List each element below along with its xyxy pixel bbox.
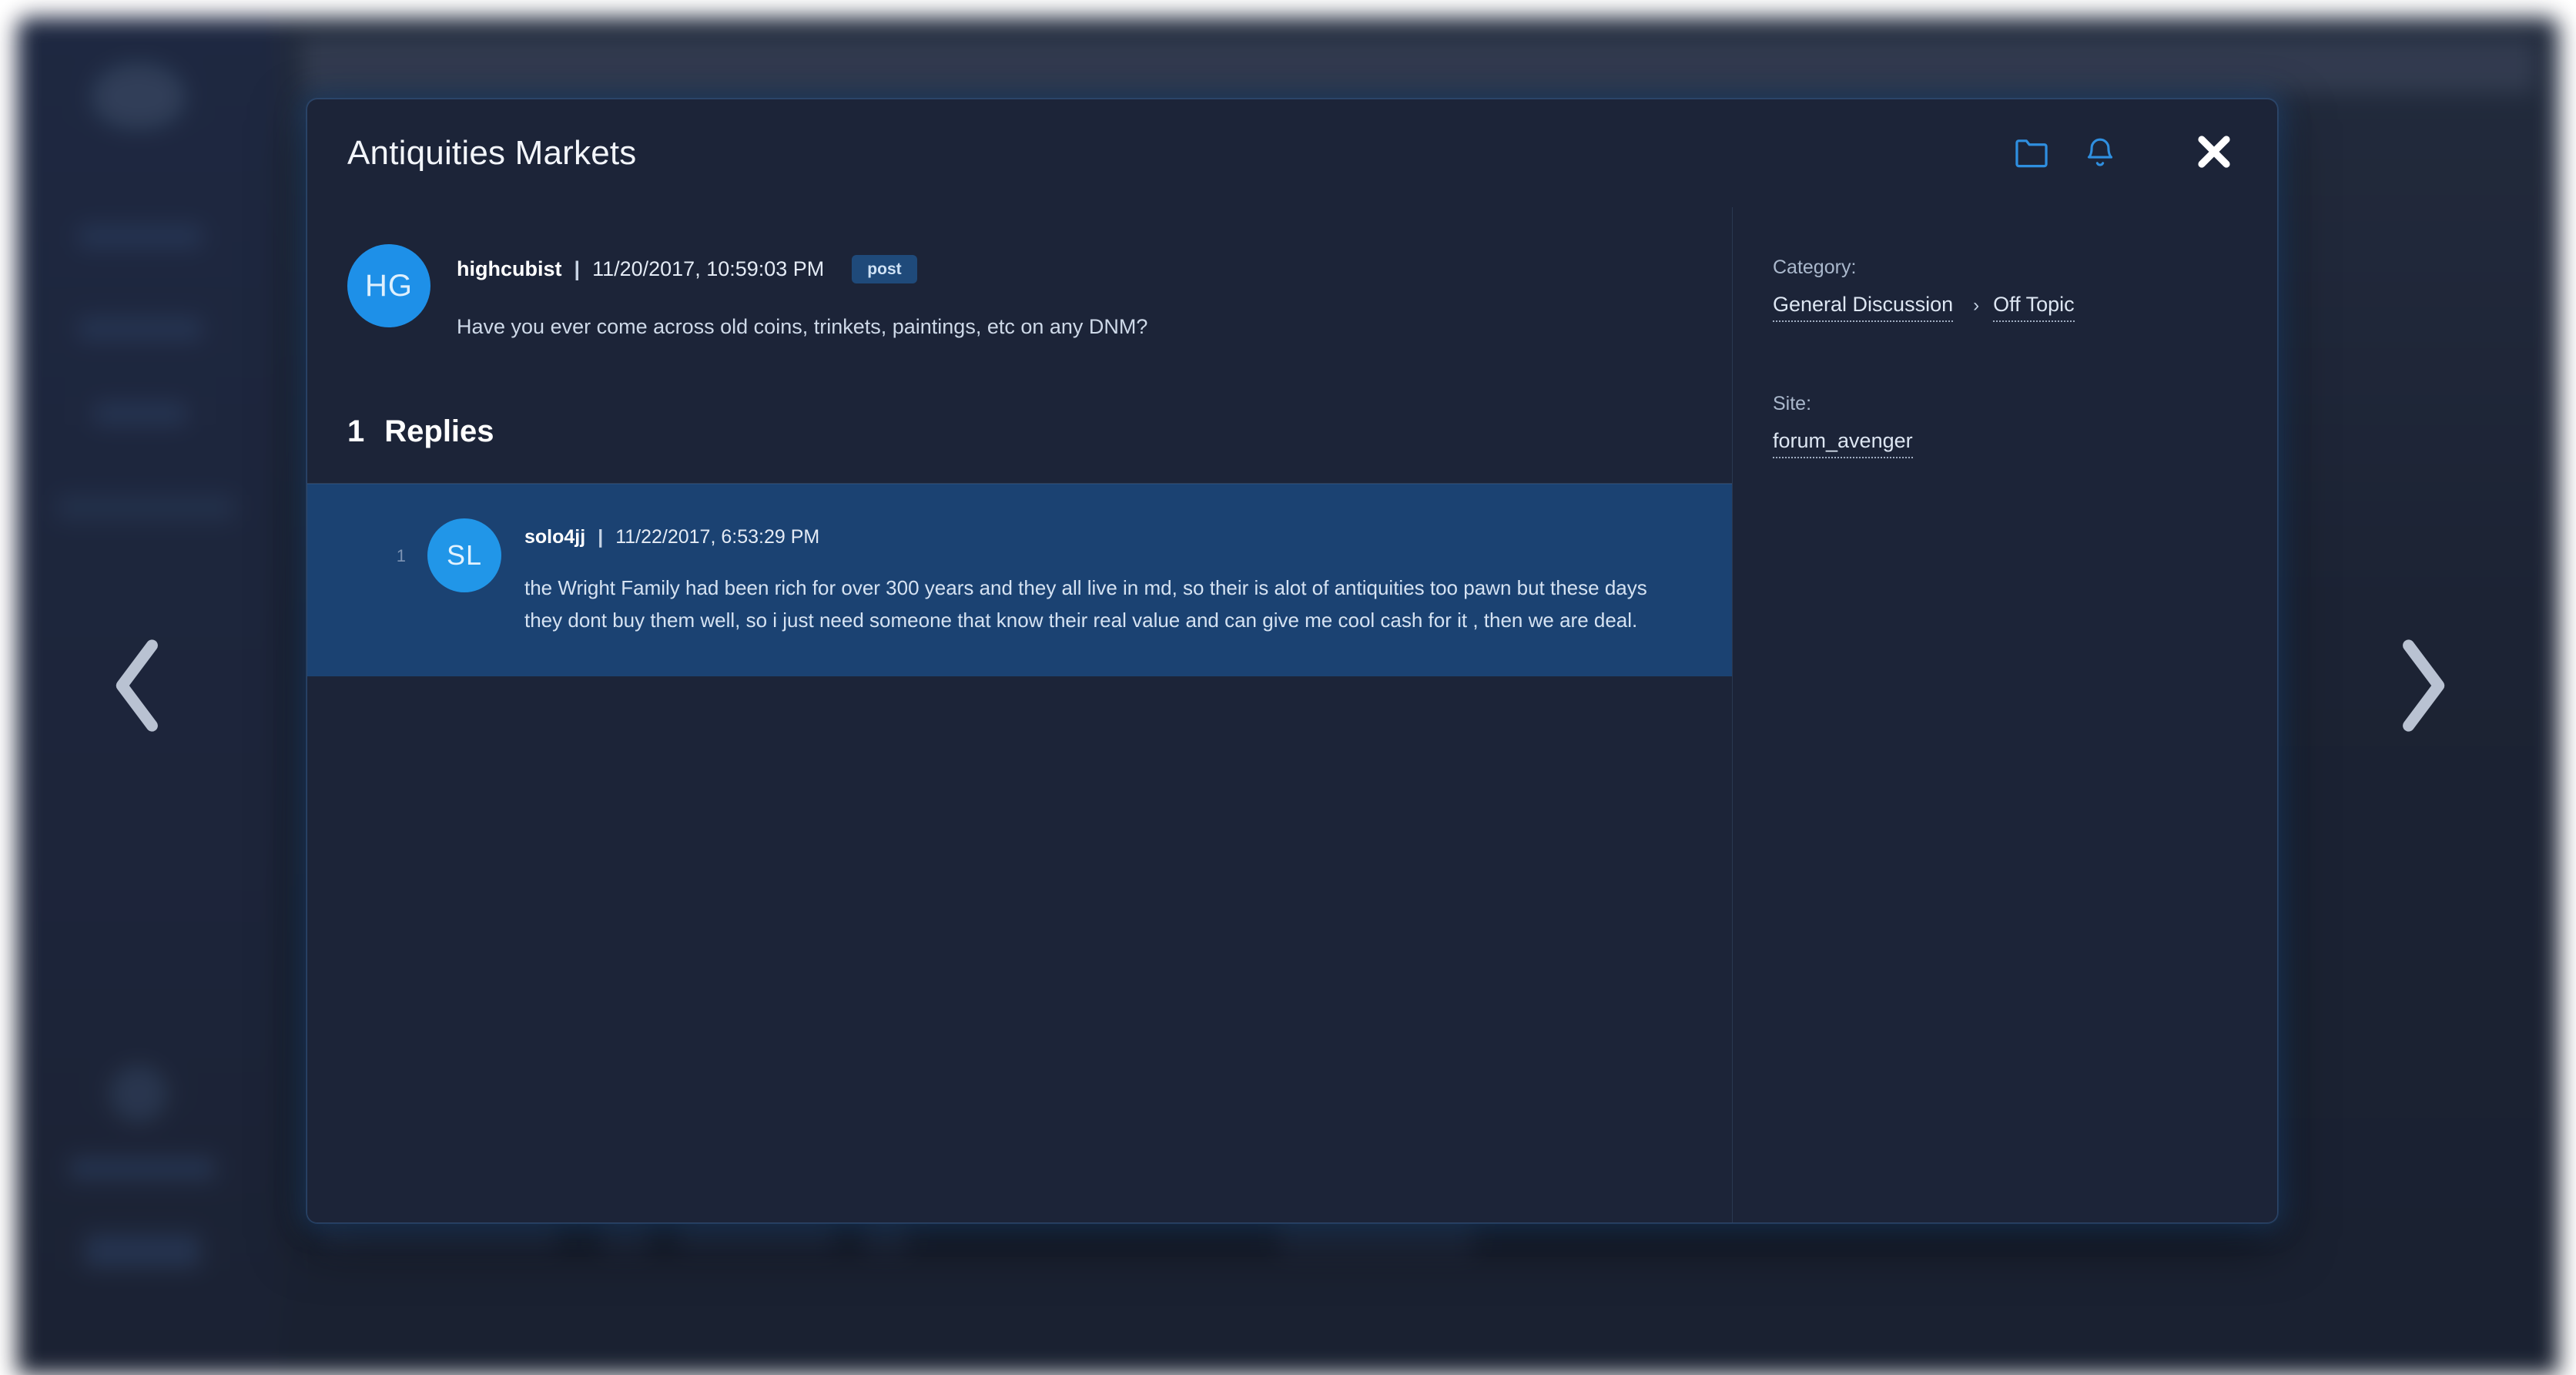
- replies-header: 1 Replies: [307, 344, 1732, 449]
- reply-content: solo4jj | 11/22/2017, 6:53:29 PM the Wri…: [524, 518, 1686, 636]
- background-sidebar-item: [57, 495, 234, 521]
- post-timestamp: 11/20/2017, 10:59:03 PM: [592, 257, 825, 280]
- reply-body: the Wright Family had been rich for over…: [524, 575, 1647, 632]
- background-logo: [92, 63, 185, 129]
- page-title: Antiquities Markets: [347, 134, 637, 172]
- post-author[interactable]: highcubist: [457, 257, 562, 281]
- meta-separator: |: [598, 525, 604, 548]
- avatar: HG: [347, 244, 430, 327]
- background-sidebar-item: [85, 1234, 200, 1268]
- background-sidebar-item: [69, 1157, 216, 1180]
- replies-list: 1 SL solo4jj | 11/22/2017, 6:53:29 PM th…: [307, 483, 1732, 677]
- category-label: Category:: [1773, 257, 1857, 278]
- avatar: SL: [427, 518, 501, 592]
- site-value[interactable]: forum_avenger: [1773, 429, 1913, 458]
- category-secondary[interactable]: Off Topic: [1993, 293, 2075, 322]
- background-chip: [325, 1219, 556, 1249]
- screen: Antiquities Markets HG highcubist | 11/2…: [0, 0, 2576, 1375]
- thread-detail-modal: Antiquities Markets HG highcubist | 11/2…: [307, 99, 2278, 1223]
- background-search-bar: [302, 39, 2536, 92]
- category-breadcrumb: General Discussion › Off Topic: [1773, 293, 2277, 322]
- original-post-content: highcubist | 11/20/2017, 10:59:03 PM pos…: [457, 244, 1686, 344]
- replies-empty-space: [307, 676, 1732, 1222]
- reply-author[interactable]: solo4jj: [524, 526, 585, 548]
- background-sidebar-item: [79, 317, 202, 340]
- replies-count: 1: [347, 414, 365, 448]
- meta-separator: |: [574, 257, 581, 280]
- background-chip: [679, 1219, 833, 1249]
- modal-body: HG highcubist | 11/20/2017, 10:59:03 PM …: [307, 207, 2277, 1222]
- category-field: Category: General Discussion › Off Topic: [1773, 257, 2277, 322]
- next-item-button[interactable]: [2376, 620, 2468, 751]
- previous-item-button[interactable]: [92, 620, 185, 751]
- site-label: Site:: [1773, 393, 1812, 414]
- metadata-panel: Category: General Discussion › Off Topic…: [1732, 207, 2277, 1222]
- background-avatar: [109, 1065, 168, 1123]
- chevron-right-icon: [2403, 639, 2445, 732]
- folder-icon[interactable]: [2014, 138, 2049, 169]
- bell-icon[interactable]: [2085, 136, 2115, 170]
- thread-column: HG highcubist | 11/20/2017, 10:59:03 PM …: [307, 207, 1732, 1222]
- replies-label: Replies: [384, 414, 494, 448]
- header-actions: [2014, 132, 2234, 176]
- modal-header: Antiquities Markets: [307, 99, 2277, 207]
- post-body: Have you ever come across old coins, tri…: [457, 315, 1148, 338]
- chevron-left-icon: [116, 639, 158, 732]
- post-meta: highcubist | 11/20/2017, 10:59:03 PM pos…: [457, 255, 1686, 283]
- close-icon[interactable]: [2194, 132, 2234, 176]
- site-value-row: forum_avenger: [1773, 429, 2277, 458]
- site-field: Site: forum_avenger: [1773, 393, 2277, 458]
- background-sidebar-item: [94, 402, 186, 425]
- category-primary[interactable]: General Discussion: [1773, 293, 1954, 322]
- reply-index: 1: [396, 545, 406, 565]
- chevron-right-icon: ›: [1973, 295, 1980, 316]
- status-badge: post: [852, 255, 917, 283]
- list-item[interactable]: 1 SL solo4jj | 11/22/2017, 6:53:29 PM th…: [307, 483, 1732, 677]
- background-sidebar-item: [79, 225, 202, 248]
- original-post: HG highcubist | 11/20/2017, 10:59:03 PM …: [307, 207, 1732, 344]
- reply-meta: solo4jj | 11/22/2017, 6:53:29 PM: [524, 526, 1686, 548]
- reply-timestamp: 11/22/2017, 6:53:29 PM: [615, 525, 820, 548]
